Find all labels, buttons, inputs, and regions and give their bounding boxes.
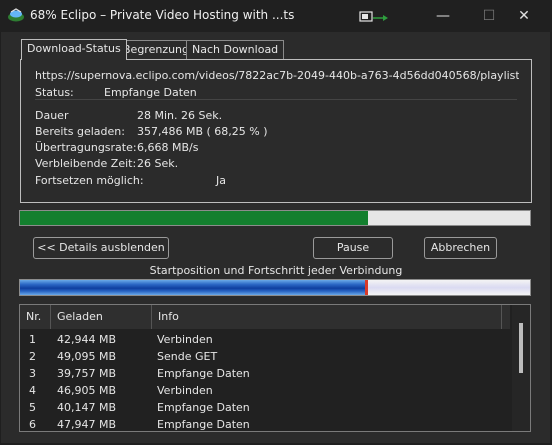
tab-begrenzung[interactable]: Begrenzung [117, 40, 196, 59]
table-row[interactable]: 5 40,147 MB Empfange Daten [20, 399, 510, 416]
tab-nach-download[interactable]: Nach Download [186, 40, 285, 59]
connections-progress-bar [19, 279, 531, 296]
cell-info: Empfange Daten [157, 418, 250, 431]
loaded-label: Bereits geladen: [35, 125, 125, 138]
download-progress-bar [19, 210, 531, 226]
status-label: Status: [35, 86, 74, 99]
cell-info: Empfange Daten [157, 401, 250, 414]
divider [35, 99, 517, 100]
cancel-button[interactable]: Abbrechen [424, 237, 497, 259]
cell-info: Verbinden [157, 333, 213, 346]
connections-table[interactable]: Nr. Geladen Info 1 42,944 MB Verbinden 2 49,… [19, 304, 531, 432]
remaining-label: Verbleibende Zeit: [35, 157, 137, 170]
pause-button[interactable]: Pause [313, 237, 393, 259]
duration-label: Dauer [35, 109, 69, 122]
table-header: Nr. Geladen Info [20, 305, 510, 329]
status-panel: https://supernova.eclipo.com/videos/7822… [20, 59, 532, 203]
window-title: 68% Eclipo – Private Video Hosting with … [30, 8, 295, 22]
title-bar: 68% Eclipo – Private Video Hosting with … [0, 0, 552, 32]
table-row[interactable]: 3 39,757 MB Empfange Daten [20, 365, 510, 382]
rate-label: Übertragungsrate: [35, 141, 137, 154]
status-value: Empfange Daten [104, 86, 197, 99]
column-header-nr[interactable]: Nr. [20, 305, 51, 329]
column-header-geladen[interactable]: Geladen [51, 305, 152, 329]
resume-label: Fortsetzen möglich: [35, 174, 144, 187]
download-progress-fill [20, 211, 369, 225]
cell-nr: 5 [29, 401, 36, 414]
cell-geladen: 39,757 MB [57, 367, 117, 380]
duration-value: 28 Min. 26 Sek. [137, 109, 223, 122]
hide-details-button[interactable]: << Details ausblenden [33, 237, 169, 259]
cell-info: Verbinden [157, 384, 213, 397]
download-tray-icon[interactable] [359, 9, 391, 25]
connections-remaining [367, 280, 530, 295]
table-row[interactable]: 1 42,944 MB Verbinden [20, 331, 510, 348]
scrollbar-thumb[interactable] [519, 323, 523, 373]
connections-progress-fill [20, 280, 367, 295]
cell-geladen: 40,147 MB [57, 401, 117, 414]
cell-nr: 4 [29, 384, 36, 397]
cell-geladen: 46,905 MB [57, 384, 117, 397]
cell-geladen: 42,944 MB [57, 333, 117, 346]
cell-info: Empfange Daten [157, 367, 250, 380]
tab-download-status[interactable]: Download-Status [21, 39, 127, 60]
cell-nr: 6 [29, 418, 36, 431]
column-header-info[interactable]: Info [152, 305, 502, 329]
cell-info: Sende GET [157, 350, 218, 363]
table-scrollbar[interactable] [512, 305, 530, 431]
cell-nr: 2 [29, 350, 36, 363]
rate-value: 6,668 MB/s [137, 141, 199, 154]
cell-nr: 1 [29, 333, 36, 346]
connections-label: Startposition und Fortschritt jeder Verb… [149, 264, 403, 277]
remaining-value: 26 Sek. [137, 157, 179, 170]
close-button[interactable]: ✕ [501, 4, 547, 28]
loaded-value: 357,486 MB ( 68,25 % ) [137, 125, 268, 138]
cell-geladen: 47,947 MB [57, 418, 117, 431]
table-row[interactable]: 4 46,905 MB Verbinden [20, 382, 510, 399]
download-url: https://supernova.eclipo.com/videos/7822… [35, 69, 519, 82]
resume-value: Ja [216, 174, 226, 187]
cell-geladen: 49,095 MB [57, 350, 117, 363]
cell-nr: 3 [29, 367, 36, 380]
table-row[interactable]: 2 49,095 MB Sende GET [20, 348, 510, 365]
idm-app-icon [8, 8, 24, 22]
table-row[interactable]: 6 47,947 MB Empfange Daten [20, 416, 510, 431]
minimize-button[interactable]: — [420, 4, 466, 28]
